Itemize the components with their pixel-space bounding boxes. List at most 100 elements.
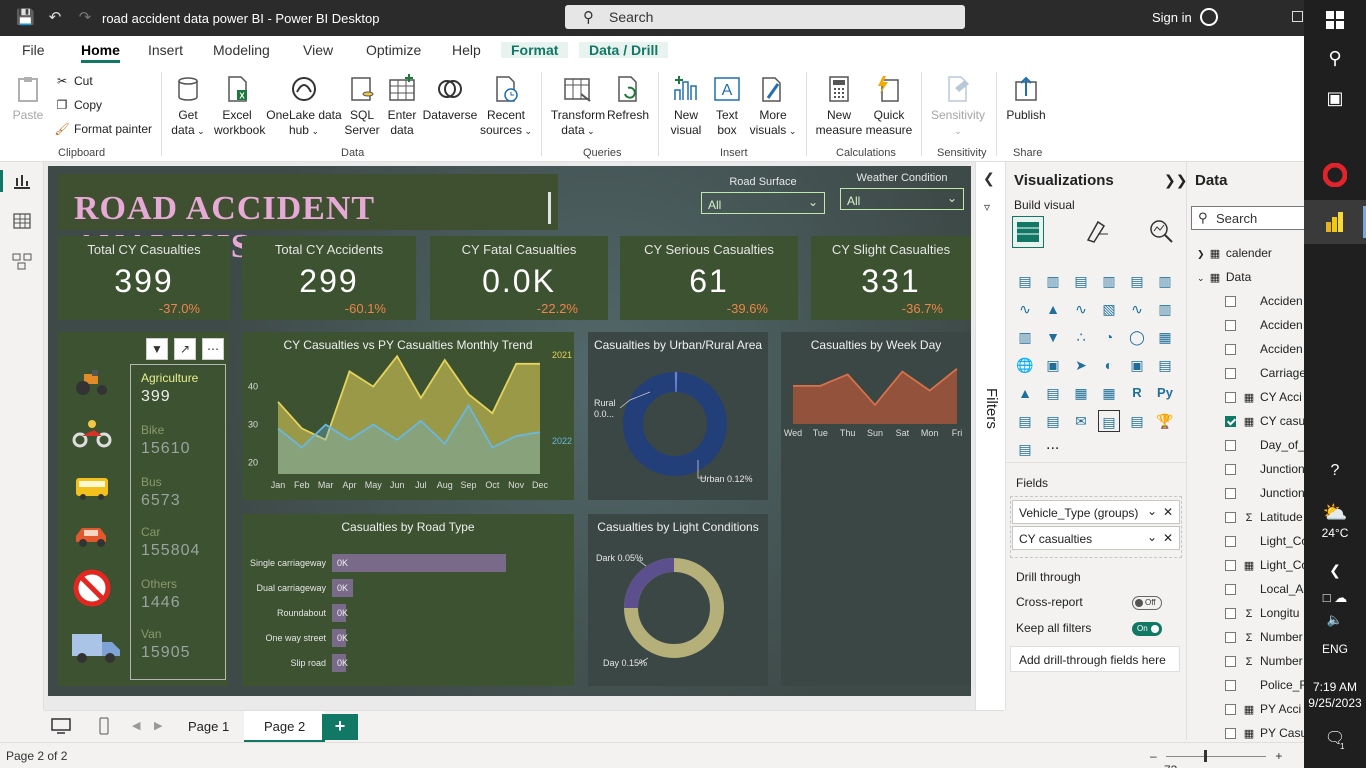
recent-sources-button[interactable]: Recent sources ⌄ [478, 74, 534, 139]
notification-icon[interactable]: 🗨 [1304, 728, 1366, 748]
format-visual-icon[interactable] [1084, 218, 1110, 244]
menu-format[interactable]: Format [501, 42, 569, 58]
field-checkbox[interactable] [1225, 440, 1236, 451]
field-checkbox[interactable] [1225, 608, 1236, 619]
field-checkbox[interactable] [1225, 536, 1236, 547]
table-visual-icon[interactable]: ▦ [1070, 382, 1092, 404]
kpi-card-serious-casualties[interactable]: CY Serious Casualties 61 -39.6% [620, 236, 798, 320]
area-visual-icon[interactable]: ▲ [1042, 298, 1064, 320]
matrix-visual-icon[interactable]: ▦ [1098, 382, 1120, 404]
clock-date[interactable]: 9/25/2023 [1304, 696, 1366, 710]
windows-start-icon[interactable] [1325, 10, 1345, 30]
more-visuals-ellipsis[interactable]: ... [1046, 436, 1059, 454]
field-checkbox[interactable] [1225, 368, 1236, 379]
narrative-visual-icon[interactable]: ▤ [1098, 410, 1120, 432]
model-view-icon[interactable] [12, 252, 32, 270]
stacked-bar-visual-icon[interactable]: ▤ [1014, 270, 1036, 292]
field-item[interactable]: Acciden [1225, 318, 1303, 332]
line-visual-icon[interactable]: ∿ [1014, 298, 1036, 320]
dataverse-button[interactable]: Dataverse [422, 74, 478, 123]
field-item[interactable]: Junction [1225, 486, 1304, 500]
field-checkbox[interactable] [1225, 728, 1236, 739]
paginated-visual-icon[interactable]: ▤ [1126, 410, 1148, 432]
more-options-icon[interactable]: ⋯ [202, 338, 224, 360]
funnel-col-visual-icon[interactable]: ▥ [1014, 326, 1036, 348]
field-well-item[interactable]: CY casualties ⌄ ✕ [1012, 526, 1180, 550]
menu-home[interactable]: Home [81, 42, 120, 63]
field-item[interactable]: Acciden [1225, 342, 1303, 356]
clock-time[interactable]: 7:19 AM [1304, 680, 1366, 694]
help-icon[interactable]: ? [1304, 462, 1366, 480]
sensitivity-button[interactable]: Sensitivity ⌄ [928, 74, 988, 139]
save-icon[interactable]: 💾 [16, 9, 35, 27]
goals-visual-icon[interactable]: 🏆 [1154, 410, 1176, 432]
data-search-input[interactable]: ⚲ Search [1191, 206, 1304, 230]
task-view-icon[interactable]: ▣ [1304, 88, 1366, 109]
table-view-icon[interactable] [12, 212, 32, 230]
field-item[interactable]: Σ Number [1225, 654, 1303, 668]
field-item[interactable]: Day_of_ [1225, 438, 1304, 452]
field-checkbox[interactable] [1225, 584, 1236, 595]
field-item[interactable]: ▦ CY casu [1225, 414, 1304, 428]
field-item[interactable]: Σ Latitude [1225, 510, 1303, 524]
kpi-visual-icon[interactable]: ▲ [1014, 382, 1036, 404]
chevron-down-icon[interactable]: ⌄ [1147, 504, 1157, 518]
text-box-button[interactable]: A Text box [710, 74, 744, 138]
filled-map-visual-icon[interactable]: ▣ [1042, 354, 1064, 376]
collapse-icon[interactable]: ❮ [983, 170, 995, 187]
cut-button[interactable]: ✂ Cut [54, 74, 93, 88]
slicer-dropdown[interactable]: All ⌄ [840, 188, 964, 210]
page-next-icon[interactable]: ▶ [154, 719, 162, 732]
focus-mode-icon[interactable]: ↗ [174, 338, 196, 360]
table-data[interactable]: ⌄ ▦ Data [1197, 270, 1251, 284]
field-item[interactable]: Local_A [1225, 582, 1303, 596]
build-visual-tab[interactable] [1012, 216, 1044, 248]
kpi-card-slight-casualties[interactable]: CY Slight Casualties 331 -36.7% [811, 236, 971, 320]
report-view-icon[interactable] [12, 172, 32, 190]
menu-data-drill[interactable]: Data / Drill [579, 42, 669, 58]
menu-help[interactable]: Help [452, 42, 481, 58]
tab-page-1[interactable]: Page 1 [168, 711, 249, 743]
weekday-chart[interactable]: Casualties by Week Day Wed Tue Thu Sun Sat Mo… [781, 332, 971, 686]
list-item[interactable]: Agriculture 399 [141, 371, 198, 406]
ribbon-visual-icon[interactable]: ∿ [1126, 298, 1148, 320]
list-item[interactable]: Van 15905 [141, 627, 191, 662]
pie-visual-icon[interactable]: ◔ [1098, 326, 1120, 348]
powerbi-taskbar-button[interactable] [1304, 200, 1366, 244]
zoom-control[interactable]: – + 73 [1150, 749, 1304, 768]
field-checkbox[interactable] [1225, 512, 1236, 523]
chevron-down-icon[interactable]: ⌄ [1147, 530, 1157, 544]
drill-through-drop-zone[interactable]: Add drill-through fields here [1010, 646, 1180, 672]
weather-condition-slicer[interactable]: Weather Condition All ⌄ [840, 172, 964, 210]
urban-rural-chart[interactable]: Casualties by Urban/Rural Area Rural 0.0… [588, 332, 768, 500]
field-checkbox[interactable] [1225, 392, 1236, 403]
stacked-area-visual-icon[interactable]: ∿ [1070, 298, 1092, 320]
field-checkbox[interactable] [1225, 416, 1236, 427]
kpi-card-fatal-casualties[interactable]: CY Fatal Casualties 0.0K -22.2% [430, 236, 608, 320]
road-surface-slicer[interactable]: Road Surface All ⌄ [701, 176, 825, 214]
slicer-dropdown[interactable]: All ⌄ [701, 192, 825, 214]
smart-narrative-visual-icon[interactable]: ▤ [1014, 438, 1036, 460]
light-conditions-chart[interactable]: Casualties by Light Conditions Dark 0.05… [588, 514, 768, 686]
field-checkbox[interactable] [1225, 488, 1236, 499]
field-checkbox[interactable] [1225, 680, 1236, 691]
field-well-item[interactable]: Vehicle_Type (groups) ⌄ ✕ [1012, 500, 1180, 524]
scatter-visual-icon[interactable]: ∴ [1070, 326, 1092, 348]
qa-visual-icon[interactable]: ✉ [1070, 410, 1092, 432]
more-visuals-button[interactable]: More visuals ⌄ [746, 74, 800, 139]
restore-window-icon[interactable] [1292, 11, 1303, 22]
field-item[interactable]: ▦ PY Acci [1225, 702, 1301, 716]
publish-button[interactable]: Publish [1002, 74, 1050, 123]
clustered-column-visual-icon[interactable]: ▥ [1098, 270, 1120, 292]
field-checkbox[interactable] [1225, 464, 1236, 475]
cross-report-toggle[interactable]: Off [1132, 596, 1162, 610]
field-item[interactable]: Σ Longitu [1225, 606, 1299, 620]
enter-data-button[interactable]: Enter data [384, 74, 420, 138]
menu-modeling[interactable]: Modeling [213, 42, 270, 58]
new-visual-button[interactable]: New visual [666, 74, 706, 138]
keep-filters-toggle[interactable]: On [1132, 622, 1162, 636]
field-checkbox[interactable] [1225, 704, 1236, 715]
transform-data-button[interactable]: Transform data ⌄ [550, 74, 606, 139]
volume-icon[interactable]: 🔈 [1304, 612, 1366, 628]
mobile-layout-icon[interactable] [98, 716, 110, 736]
